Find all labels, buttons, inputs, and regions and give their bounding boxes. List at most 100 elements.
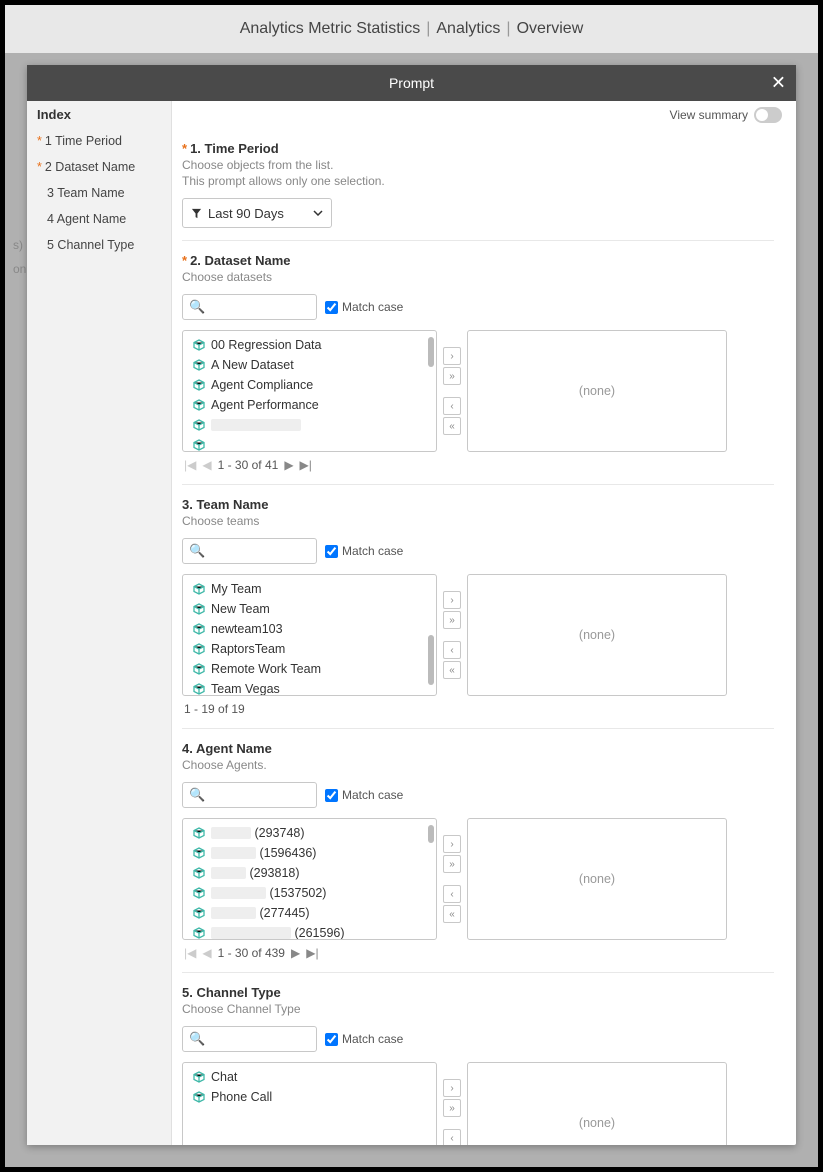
sidebar-item-agent-name[interactable]: 4 Agent Name xyxy=(27,206,171,232)
team-search-input[interactable]: 🔍 xyxy=(182,538,317,564)
prev-page-button[interactable]: ◀ xyxy=(202,458,211,472)
section-time-period: *1. Time Period Choose objects from the … xyxy=(182,129,774,240)
move-left-button[interactable]: ‹ xyxy=(443,1129,461,1145)
section-title: 1. Time Period xyxy=(190,141,279,156)
move-left-button[interactable]: ‹ xyxy=(443,397,461,415)
move-all-left-button[interactable]: « xyxy=(443,905,461,923)
dataset-available-list[interactable]: 00 Regression Data A New Dataset Agent C… xyxy=(182,330,437,452)
section-subtitle: Choose teams xyxy=(182,514,774,528)
list-item[interactable]: New Team xyxy=(183,599,436,619)
dataset-selected-list[interactable]: (none) xyxy=(467,330,727,452)
scrollbar-thumb[interactable] xyxy=(428,825,434,843)
last-page-button[interactable]: ▶| xyxy=(300,458,312,472)
move-all-right-button[interactable]: » xyxy=(443,1099,461,1117)
list-item[interactable]: 00 Regression Data xyxy=(183,335,436,355)
agent-available-list[interactable]: (293748) (1596436) (293818) (1537502) (2… xyxy=(182,818,437,940)
match-case-checkbox[interactable]: Match case xyxy=(325,788,403,802)
list-item[interactable]: Team Vegas xyxy=(183,679,436,696)
search-icon: 🔍 xyxy=(189,299,205,315)
move-all-left-button[interactable]: « xyxy=(443,661,461,679)
pager-text: 1 - 30 of 41 xyxy=(218,458,279,472)
chevron-down-icon xyxy=(313,210,323,216)
modal-title: Prompt xyxy=(389,75,434,91)
section-agent-name: 4. Agent Name Choose Agents. 🔍 Match cas… xyxy=(182,728,774,972)
section-subtitle: Choose Agents. xyxy=(182,758,774,772)
search-icon: 🔍 xyxy=(189,787,205,803)
section-subtitle: Choose datasets xyxy=(182,270,774,284)
scrollbar-thumb[interactable] xyxy=(428,337,434,367)
match-case-checkbox[interactable]: Match case xyxy=(325,544,403,558)
list-item[interactable]: (293748) xyxy=(183,823,436,843)
list-item[interactable]: Chat xyxy=(183,1067,436,1087)
section-title: 5. Channel Type xyxy=(182,985,281,1000)
list-item[interactable]: My Team xyxy=(183,579,436,599)
list-item[interactable]: Phone Call xyxy=(183,1087,436,1107)
section-subtitle: Choose Channel Type xyxy=(182,1002,774,1016)
list-item[interactable]: (293818) xyxy=(183,863,436,883)
time-period-dropdown[interactable]: Last 90 Days xyxy=(182,198,332,228)
list-item[interactable]: (277445) xyxy=(183,903,436,923)
pager-text: 1 - 30 of 439 xyxy=(218,946,285,960)
channel-search-input[interactable]: 🔍 xyxy=(182,1026,317,1052)
list-item[interactable]: Remote Work Team xyxy=(183,659,436,679)
team-selected-list[interactable]: (none) xyxy=(467,574,727,696)
section-title: 3. Team Name xyxy=(182,497,268,512)
move-all-left-button[interactable]: « xyxy=(443,417,461,435)
search-icon: 🔍 xyxy=(189,1031,205,1047)
agent-search-input[interactable]: 🔍 xyxy=(182,782,317,808)
sidebar-item-channel-type[interactable]: 5 Channel Type xyxy=(27,232,171,258)
list-item[interactable]: (1596436) xyxy=(183,843,436,863)
background-partial-text: s)on xyxy=(13,233,26,281)
dropdown-value: Last 90 Days xyxy=(208,206,284,221)
list-item[interactable] xyxy=(183,435,436,452)
move-all-right-button[interactable]: » xyxy=(443,611,461,629)
last-page-button[interactable]: ▶| xyxy=(306,946,318,960)
next-page-button[interactable]: ▶ xyxy=(284,458,293,472)
move-right-button[interactable]: › xyxy=(443,1079,461,1097)
sidebar-item-time-period[interactable]: *1 Time Period xyxy=(27,128,171,154)
move-all-right-button[interactable]: » xyxy=(443,855,461,873)
scrollbar-thumb[interactable] xyxy=(428,635,434,685)
first-page-button[interactable]: |◀ xyxy=(184,458,196,472)
dataset-search-input[interactable]: 🔍 xyxy=(182,294,317,320)
list-item[interactable]: Agent Performance xyxy=(183,395,436,415)
crumb-1[interactable]: Analytics Metric Statistics xyxy=(240,20,420,38)
channel-selected-list[interactable]: (none) xyxy=(467,1062,727,1145)
team-available-list[interactable]: My Team New Team newteam103 RaptorsTeam … xyxy=(182,574,437,696)
first-page-button[interactable]: |◀ xyxy=(184,946,196,960)
match-case-checkbox[interactable]: Match case xyxy=(325,300,403,314)
close-icon[interactable]: ✕ xyxy=(771,73,786,94)
prompt-modal: Prompt ✕ Index *1 Time Period *2 Dataset… xyxy=(27,65,796,1145)
channel-available-list[interactable]: Chat Phone Call xyxy=(182,1062,437,1145)
move-right-button[interactable]: › xyxy=(443,591,461,609)
list-item[interactable]: newteam103 xyxy=(183,619,436,639)
move-left-button[interactable]: ‹ xyxy=(443,885,461,903)
move-left-button[interactable]: ‹ xyxy=(443,641,461,659)
match-case-checkbox[interactable]: Match case xyxy=(325,1032,403,1046)
next-page-button[interactable]: ▶ xyxy=(291,946,300,960)
section-title: 2. Dataset Name xyxy=(190,253,290,268)
list-item[interactable]: (1537502) xyxy=(183,883,436,903)
view-summary-toggle[interactable] xyxy=(754,107,782,123)
list-item[interactable]: A New Dataset xyxy=(183,355,436,375)
sidebar-item-dataset-name[interactable]: *2 Dataset Name xyxy=(27,154,171,180)
crumb-2[interactable]: Analytics xyxy=(436,20,500,38)
search-icon: 🔍 xyxy=(189,543,205,559)
crumb-3[interactable]: Overview xyxy=(517,20,584,38)
section-subtitle-2: This prompt allows only one selection. xyxy=(182,174,774,188)
list-item[interactable]: (261596) xyxy=(183,923,436,940)
filter-icon xyxy=(191,208,202,219)
move-right-button[interactable]: › xyxy=(443,347,461,365)
sidebar-item-team-name[interactable]: 3 Team Name xyxy=(27,180,171,206)
index-sidebar: Index *1 Time Period *2 Dataset Name 3 T… xyxy=(27,101,172,1145)
list-item[interactable] xyxy=(183,415,436,435)
agent-selected-list[interactable]: (none) xyxy=(467,818,727,940)
list-item[interactable]: RaptorsTeam xyxy=(183,639,436,659)
page-breadcrumb: Analytics Metric Statistics | Analytics … xyxy=(5,5,818,53)
section-team-name: 3. Team Name Choose teams 🔍 Match case M… xyxy=(182,484,774,728)
modal-header: Prompt ✕ xyxy=(27,65,796,101)
prev-page-button[interactable]: ◀ xyxy=(202,946,211,960)
move-right-button[interactable]: › xyxy=(443,835,461,853)
move-all-right-button[interactable]: » xyxy=(443,367,461,385)
list-item[interactable]: Agent Compliance xyxy=(183,375,436,395)
